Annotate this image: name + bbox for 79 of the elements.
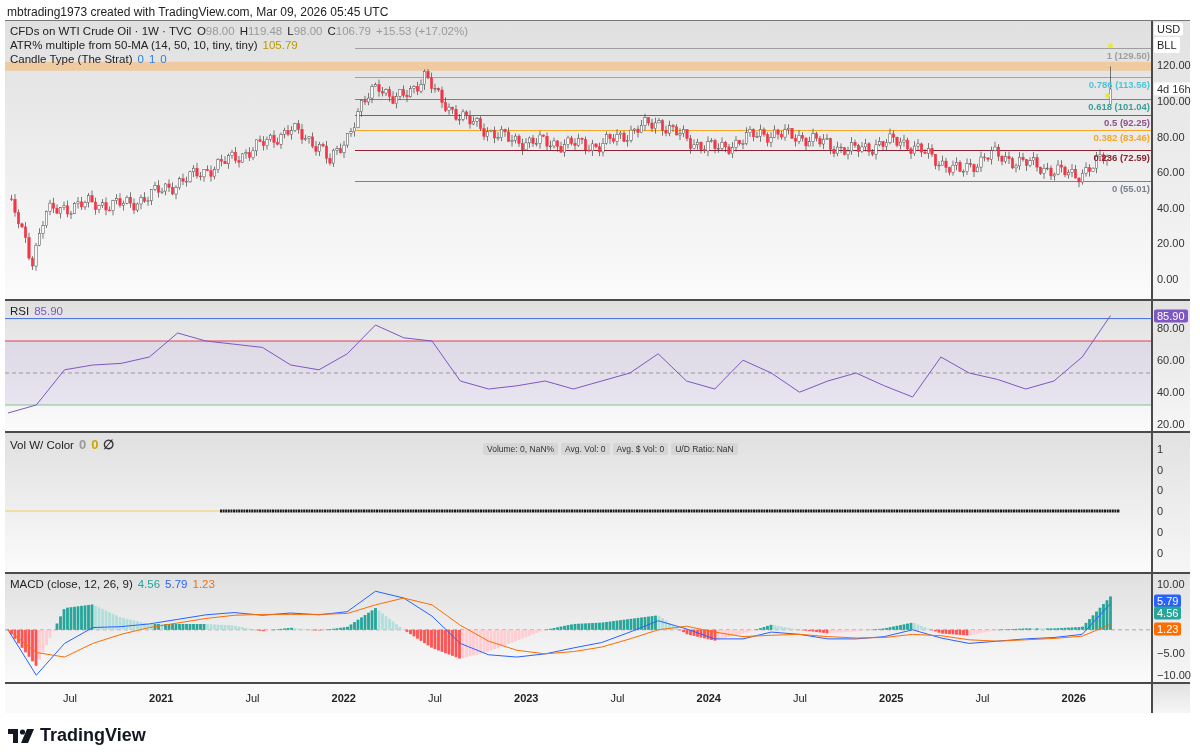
time-label: 2023 bbox=[514, 692, 539, 704]
currency-label: USD bbox=[1154, 22, 1184, 36]
volume-tick: 0 bbox=[1157, 525, 1164, 538]
fib-level-label: 0.5 (92.25) bbox=[1104, 116, 1150, 128]
logo-icon bbox=[8, 728, 34, 743]
volume-value: 0 bbox=[91, 437, 99, 452]
price-tick: 100.00 bbox=[1157, 95, 1191, 107]
indicator-value: 105.79 bbox=[262, 39, 298, 51]
indicator-title: Candle Type (The Strat) bbox=[10, 53, 133, 65]
ohlc-key: H bbox=[239, 25, 248, 37]
rsi-title: RSI bbox=[10, 305, 30, 317]
fib-level-label: 1 (129.50) bbox=[1106, 50, 1150, 62]
time-label: 2021 bbox=[149, 692, 174, 704]
time-label: Jul bbox=[62, 692, 78, 704]
ohlc-key: L bbox=[287, 25, 294, 37]
volume-stat: Volume: 0, NaN% bbox=[483, 443, 559, 455]
logo-text: TradingView bbox=[40, 725, 146, 746]
macd-title: MACD (close, 12, 26, 9) bbox=[10, 578, 133, 590]
macd-tick: −5.00 bbox=[1157, 646, 1185, 659]
price-tick: 0.00 bbox=[1157, 273, 1179, 285]
macd-value: 4.56 bbox=[137, 578, 161, 590]
volume-tick: 0 bbox=[1157, 546, 1164, 559]
ohlc-key: O bbox=[196, 25, 206, 37]
axis-corner bbox=[1153, 684, 1190, 713]
macd-value-badge: 5.79 bbox=[1154, 594, 1182, 608]
volume-stat: Avg. Vol: 0 bbox=[561, 443, 610, 455]
macd-value: 5.79 bbox=[165, 578, 188, 590]
indicator-value: 0 bbox=[160, 53, 167, 65]
volume-tick: 0 bbox=[1157, 505, 1164, 518]
volume-value: 0 bbox=[78, 437, 87, 452]
macd-value-badge: 1.23 bbox=[1154, 622, 1182, 636]
volume-stat: U/D Ratio: NaN bbox=[671, 443, 738, 455]
time-label: 2022 bbox=[331, 692, 356, 704]
volume-value: ∅ bbox=[103, 437, 115, 452]
price-tick: 60.00 bbox=[1157, 166, 1185, 179]
time-label: 2025 bbox=[879, 692, 904, 704]
rsi-value: 85.90 bbox=[34, 305, 63, 317]
time-label: 2026 bbox=[1061, 692, 1086, 704]
price-tick: 40.00 bbox=[1157, 201, 1185, 214]
rsi-tick: 20.00 bbox=[1157, 418, 1185, 430]
rsi-tick: 80.00 bbox=[1157, 322, 1185, 334]
rsi-tick: 40.00 bbox=[1157, 386, 1185, 398]
macd-value: 1.23 bbox=[192, 578, 215, 590]
time-label: Jul bbox=[427, 692, 443, 704]
time-label: Jul bbox=[610, 692, 625, 704]
volume-tick: 0 bbox=[1157, 484, 1164, 497]
volume-tick: 1 bbox=[1157, 443, 1164, 455]
ohlc-value: 98.00 bbox=[205, 25, 235, 37]
ohlc-key: C bbox=[327, 25, 336, 37]
time-label: Jul bbox=[245, 692, 260, 704]
volume-title: Vol W/ Color bbox=[10, 438, 74, 451]
marker-dot bbox=[1105, 93, 1110, 99]
fib-level-label: 0.382 (83.46) bbox=[1093, 132, 1150, 144]
ohlc-value: 98.00 bbox=[293, 25, 323, 37]
indicator-value: 0 bbox=[137, 53, 144, 65]
price-change: +15.53 (+17.02%) bbox=[375, 25, 469, 37]
ohlc-value: 119.48 bbox=[247, 25, 283, 37]
time-label: Jul bbox=[975, 692, 990, 704]
price-tick: 20.00 bbox=[1157, 237, 1185, 250]
fib-level-label: 0.618 (101.04) bbox=[1088, 101, 1150, 113]
unit-label: BLL bbox=[1154, 37, 1180, 53]
macd-value-badge: 4.56 bbox=[1154, 606, 1182, 620]
indicator-value: 1 bbox=[148, 53, 156, 65]
price-tick: 80.00 bbox=[1157, 130, 1185, 143]
macd-tick: 10.00 bbox=[1157, 578, 1185, 591]
macd-tick: −10.00 bbox=[1157, 669, 1191, 682]
time-label: Jul bbox=[792, 692, 808, 704]
price-tick: 120.00 bbox=[1157, 59, 1191, 72]
symbol-title: CFDs on WTI Crude Oil · 1W · TVC bbox=[10, 25, 192, 37]
chart-credit: mbtrading1973 created with TradingView.com, Mar 09, 2026 05:45 UTC bbox=[6, 4, 389, 20]
rsi-value-badge: 85.90 bbox=[1154, 309, 1188, 323]
indicator-title: ATR% multiple from 50-MA (14, 50, 10, tiny, tiny) bbox=[10, 39, 258, 51]
volume-tick: 0 bbox=[1157, 463, 1164, 476]
marker-dot bbox=[1108, 43, 1113, 49]
time-label: 2024 bbox=[696, 692, 721, 704]
volume-stat: Avg. $ Vol: 0 bbox=[612, 443, 669, 455]
ohlc-value: 106.79 bbox=[335, 25, 371, 37]
rsi-tick: 60.00 bbox=[1157, 354, 1185, 366]
fib-level-label: 0 (55.01) bbox=[1111, 183, 1150, 195]
